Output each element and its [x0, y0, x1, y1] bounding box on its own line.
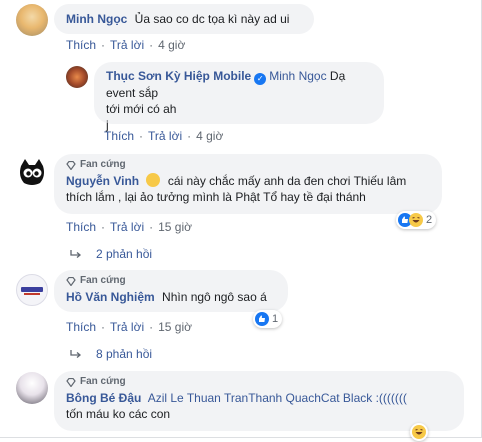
comment-bubble: Fan cứng Bông Bé Đậu Azil Le Thuan TranT… — [54, 371, 464, 431]
comment-text: thích lắm , lại ảo tưởng mình là Phật Tổ… — [66, 190, 366, 204]
comment-text: Nhìn ngô ngô sao á — [162, 290, 267, 304]
fan-badge: Fan cứng — [66, 275, 276, 287]
like-link[interactable]: Thích — [66, 38, 96, 52]
comment-author[interactable]: Minh Ngọc — [66, 12, 127, 26]
reply-arrow-icon — [70, 350, 82, 358]
reply-link[interactable]: Trả lời — [110, 38, 144, 52]
reply-link[interactable]: Trả lời — [110, 220, 144, 234]
diamond-icon — [66, 377, 76, 387]
comment-author[interactable]: Hồ Văn Nghiệm — [66, 290, 155, 304]
avatar[interactable] — [16, 4, 48, 36]
like-reaction-icon — [255, 312, 269, 326]
reply-link[interactable]: Trả lời — [148, 129, 182, 143]
comment-actions: Thích · Trả lời · 4 giờ — [104, 129, 223, 143]
comment-actions: Thích · Trả lời · 4 giờ — [66, 38, 185, 52]
verified-icon: ✓ — [254, 73, 267, 85]
diamond-icon — [66, 160, 76, 170]
separator-dot: · — [101, 320, 106, 334]
reaction-summary[interactable]: 1 — [253, 310, 283, 328]
mention-link[interactable]: Minh Ngọc — [269, 69, 326, 83]
fan-badge-label: Fan cứng — [80, 159, 126, 170]
fan-badge-label: Fan cứng — [80, 376, 126, 387]
avatar[interactable] — [16, 156, 48, 188]
fan-badge: Fan cứng — [66, 159, 430, 171]
comment-bubble: Fan cứng Nguyễn Vinh cái này chắc mấy an… — [54, 154, 442, 214]
timestamp[interactable]: 4 giờ — [158, 38, 185, 52]
comment-author[interactable]: Thục Sơn Kỳ Hiệp Mobile — [106, 69, 251, 83]
separator-dot: · — [187, 129, 192, 143]
like-link[interactable]: Thích — [66, 220, 96, 234]
comment-text: Ủa sao co dc tọa kì này ad ui — [134, 12, 290, 26]
separator-dot: · — [101, 220, 106, 234]
reaction-count: 2 — [426, 214, 433, 226]
separator-dot: · — [149, 220, 154, 234]
separator-dot: · — [139, 129, 144, 143]
fan-badge: Fan cứng — [66, 376, 452, 388]
avatar[interactable] — [66, 66, 88, 88]
diamond-icon — [66, 276, 76, 286]
reply-arrow-icon — [70, 250, 82, 258]
comment-bubble: Thục Sơn Kỳ Hiệp Mobile ✓ Minh Ngọc Dạ eve… — [94, 62, 384, 132]
mention-links[interactable]: Azil Le Thuan TranThanh QuachCat Black :… — [148, 391, 407, 405]
comment-bubble: Minh Ngọc Ủa sao co dc tọa kì này ad ui — [54, 4, 314, 34]
separator-dot: · — [149, 320, 154, 334]
separator-dot: · — [101, 38, 106, 52]
fan-badge-label: Fan cứng — [80, 275, 126, 286]
haha-reaction-icon — [412, 425, 426, 439]
comment-text: tốn máu ko các con — [66, 407, 171, 421]
comment-author[interactable]: Nguyễn Vinh — [66, 174, 139, 188]
view-replies-link[interactable]: 8 phản hồi — [70, 347, 152, 361]
view-replies-label: 2 phản hồi — [96, 247, 153, 261]
comment-actions: Thích · Trả lời · 15 giờ — [66, 320, 192, 334]
comment-text: tới mới có ah — [106, 102, 177, 116]
comment-author[interactable]: Bông Bé Đậu — [66, 391, 141, 405]
comment-actions: Thích · Trả lời · 15 giờ — [66, 220, 192, 234]
view-replies-label: 8 phản hồi — [96, 347, 153, 361]
avatar[interactable] — [16, 372, 48, 404]
timestamp[interactable]: 15 giờ — [158, 220, 192, 234]
logo-avatar-icon — [21, 287, 43, 295]
like-link[interactable]: Thích — [104, 129, 134, 143]
like-link[interactable]: Thích — [66, 320, 96, 334]
view-replies-link[interactable]: 2 phản hồi — [70, 247, 152, 261]
avatar[interactable] — [16, 274, 48, 306]
separator-dot: · — [149, 38, 154, 52]
timestamp[interactable]: 15 giờ — [158, 320, 192, 334]
grin-emoji-icon — [146, 173, 161, 187]
haha-reaction-icon — [409, 213, 423, 227]
reaction-summary[interactable]: 2 — [396, 211, 437, 229]
comment-bubble: Fan cứng Hồ Văn Nghiệm Nhìn ngô ngô sao … — [54, 270, 288, 312]
reaction-summary[interactable] — [410, 423, 428, 441]
reply-link[interactable]: Trả lời — [110, 320, 144, 334]
timestamp[interactable]: 4 giờ — [196, 129, 223, 143]
cat-avatar-icon — [20, 159, 44, 185]
reaction-count: 1 — [272, 313, 279, 325]
comment-text: cái này chắc mấy anh da đen chơi Thiếu l… — [167, 174, 407, 188]
